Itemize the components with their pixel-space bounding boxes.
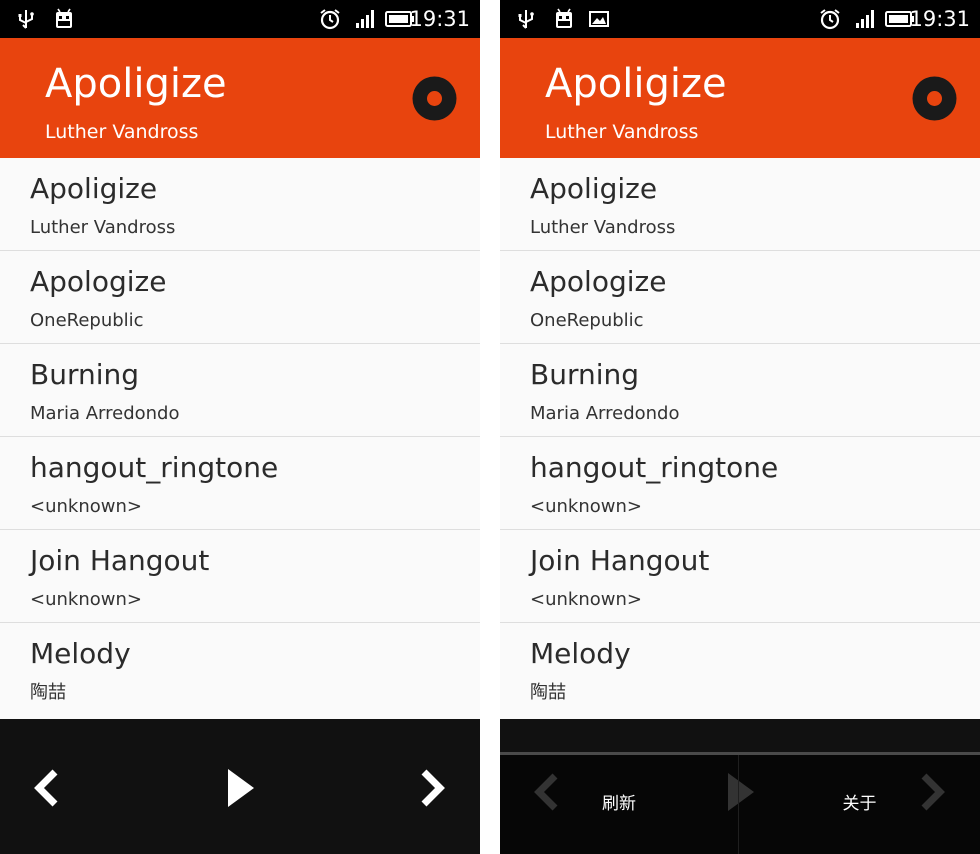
- vinyl-disc-icon[interactable]: [912, 76, 957, 121]
- song-title: Join Hangout: [530, 544, 710, 577]
- list-item[interactable]: Burning Maria Arredondo: [500, 344, 980, 437]
- status-bar: 19:31: [0, 0, 480, 38]
- song-title: Burning: [530, 358, 640, 391]
- phone-screen-player: 19:31 Apoligize Luther Vandross Apoligiz…: [0, 0, 480, 854]
- list-item[interactable]: Join Hangout <unknown>: [0, 530, 480, 623]
- status-time: 19:31: [909, 7, 970, 31]
- status-time: 19:31: [409, 7, 470, 31]
- signal-icon: [356, 10, 374, 28]
- now-playing-title: Apoligize: [545, 61, 727, 107]
- song-title: Apologize: [530, 265, 667, 298]
- song-title: Apoligize: [30, 172, 158, 205]
- song-title: Melody: [530, 637, 631, 670]
- song-artist: Luther Vandross: [530, 217, 676, 238]
- song-title: Apoligize: [530, 172, 658, 205]
- song-list: Apoligize Luther Vandross Apologize OneR…: [500, 158, 980, 716]
- android-debug-icon: [556, 8, 572, 28]
- list-item[interactable]: hangout_ringtone <unknown>: [500, 437, 980, 530]
- song-artist: Maria Arredondo: [530, 403, 680, 424]
- song-title: Apologize: [30, 265, 167, 298]
- play-icon[interactable]: [220, 766, 260, 810]
- list-item[interactable]: Apologize OneRepublic: [0, 251, 480, 344]
- image-notification-icon: [589, 11, 609, 27]
- song-artist: Luther Vandross: [30, 217, 176, 238]
- phone-screen-menu-open: 19:31 Apoligize Luther Vandross Apoligiz…: [500, 0, 980, 854]
- now-playing-header[interactable]: Apoligize Luther Vandross: [0, 38, 480, 158]
- song-artist: Maria Arredondo: [30, 403, 180, 424]
- list-item[interactable]: Apoligize Luther Vandross: [0, 158, 480, 251]
- android-debug-icon: [56, 8, 72, 28]
- song-artist: <unknown>: [30, 589, 142, 610]
- song-artist: 陶喆: [30, 682, 66, 703]
- song-artist: <unknown>: [530, 496, 642, 517]
- song-list: Apoligize Luther Vandross Apologize OneR…: [0, 158, 480, 716]
- song-title: Burning: [30, 358, 140, 391]
- status-bar: 19:31: [500, 0, 980, 38]
- menu-refresh-button[interactable]: 刷新: [500, 755, 738, 854]
- song-artist: <unknown>: [530, 589, 642, 610]
- song-title: Join Hangout: [30, 544, 210, 577]
- list-item[interactable]: hangout_ringtone <unknown>: [0, 437, 480, 530]
- options-menu: 刷新 关于: [500, 752, 980, 854]
- list-item[interactable]: Melody 陶喆: [500, 623, 980, 716]
- next-icon[interactable]: [412, 766, 452, 810]
- song-title: Melody: [30, 637, 131, 670]
- alarm-icon: [820, 9, 840, 30]
- alarm-icon: [320, 9, 340, 30]
- list-item[interactable]: Join Hangout <unknown>: [500, 530, 980, 623]
- list-item[interactable]: Apologize OneRepublic: [500, 251, 980, 344]
- usb-icon: [18, 10, 34, 29]
- usb-icon: [518, 10, 534, 29]
- now-playing-title: Apoligize: [45, 61, 227, 107]
- signal-icon: [856, 10, 874, 28]
- now-playing-artist: Luther Vandross: [545, 121, 699, 143]
- menu-about-button[interactable]: 关于: [739, 755, 980, 854]
- player-controls: [0, 719, 480, 854]
- now-playing-artist: Luther Vandross: [45, 121, 199, 143]
- now-playing-header[interactable]: Apoligize Luther Vandross: [500, 38, 980, 158]
- list-item[interactable]: Melody 陶喆: [0, 623, 480, 716]
- vinyl-disc-icon[interactable]: [412, 76, 457, 121]
- song-artist: 陶喆: [530, 682, 566, 703]
- song-artist: OneRepublic: [530, 310, 644, 331]
- song-title: hangout_ringtone: [530, 451, 779, 484]
- song-title: hangout_ringtone: [30, 451, 279, 484]
- song-artist: <unknown>: [30, 496, 142, 517]
- list-item[interactable]: Burning Maria Arredondo: [0, 344, 480, 437]
- list-item[interactable]: Apoligize Luther Vandross: [500, 158, 980, 251]
- prev-icon[interactable]: [27, 766, 67, 810]
- song-artist: OneRepublic: [30, 310, 144, 331]
